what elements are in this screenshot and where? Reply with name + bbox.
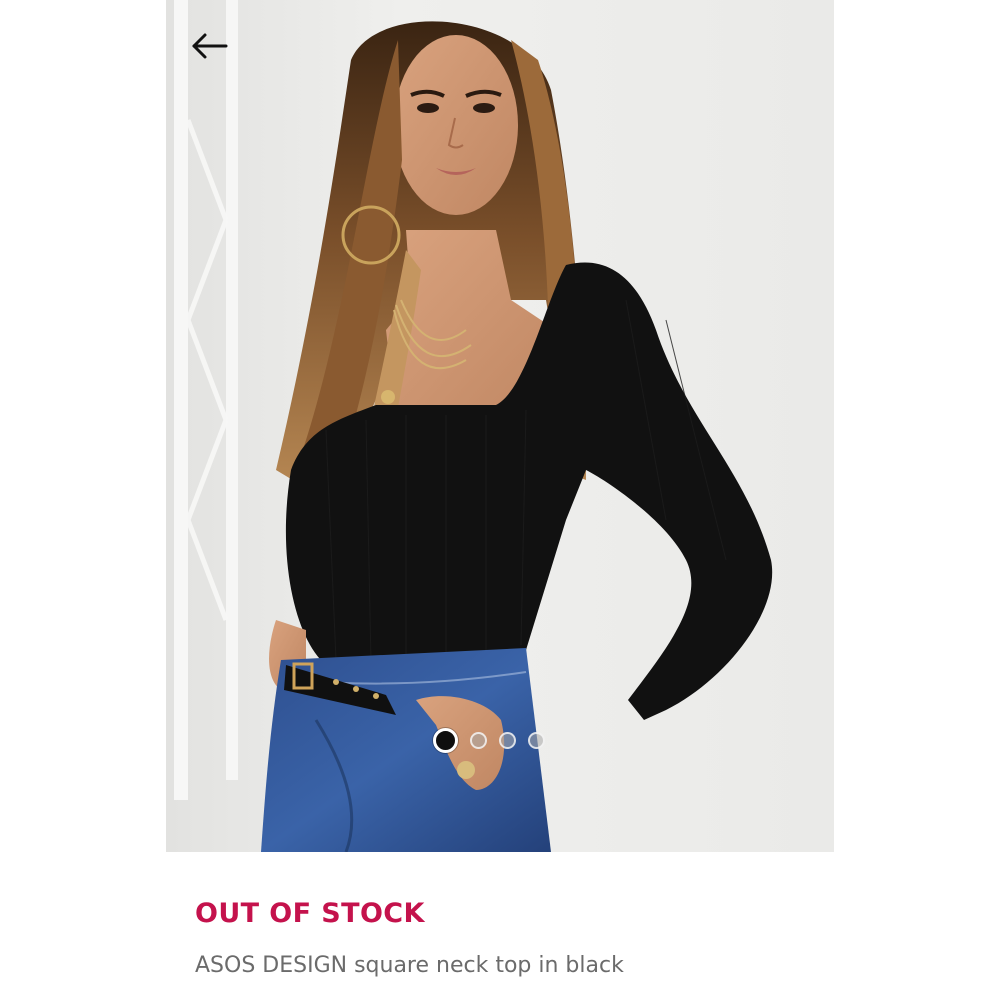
back-button[interactable] [188,28,232,64]
stock-status-label: OUT OF STOCK [195,898,425,929]
carousel-dot-4[interactable] [528,731,545,749]
product-title: ASOS DESIGN square neck top in black [195,953,624,978]
carousel-dot-3[interactable] [499,731,516,749]
model-photo [166,0,834,852]
product-image[interactable] [166,0,834,852]
product-page: OUT OF STOCK ASOS DESIGN square neck top… [0,0,1000,1000]
image-carousel-indicator [433,727,545,753]
arrow-left-icon [192,33,228,59]
carousel-dot-2[interactable] [470,731,487,749]
carousel-dot-1[interactable] [433,727,458,753]
